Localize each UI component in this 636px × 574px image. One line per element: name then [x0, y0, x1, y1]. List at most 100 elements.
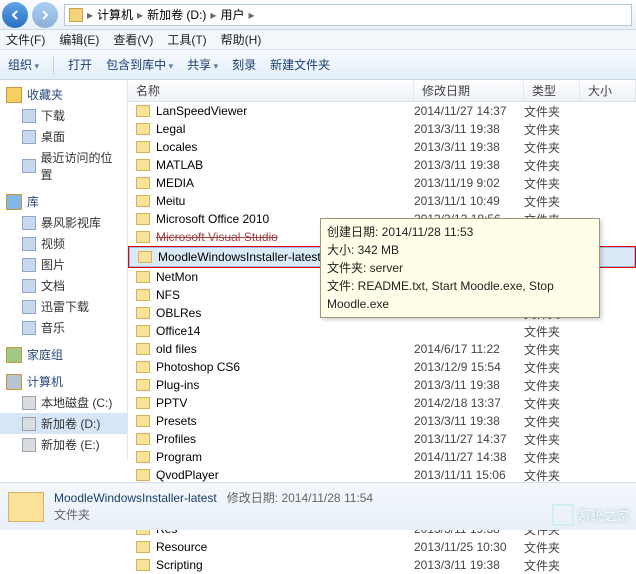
recent-icon — [22, 159, 36, 173]
sidebar-item[interactable]: 暴风影视库 — [0, 212, 127, 233]
file-row[interactable]: Plug-ins2013/3/11 19:38文件夹 — [128, 376, 636, 394]
status-date-label: 修改日期: — [227, 491, 278, 505]
folder-icon — [136, 433, 150, 445]
file-date: 2013/3/11 19:38 — [414, 414, 524, 428]
star-icon — [6, 87, 22, 103]
newfolder-button[interactable]: 新建文件夹 — [270, 56, 330, 73]
col-name[interactable]: 名称 — [128, 80, 414, 101]
file-row[interactable]: old files2014/6/17 11:22文件夹 — [128, 340, 636, 358]
file-row[interactable]: LanSpeedViewer2014/11/27 14:37文件夹 — [128, 102, 636, 120]
breadcrumb-sep: ▸ — [210, 8, 216, 22]
file-date: 2013/3/11 19:38 — [414, 378, 524, 392]
file-row[interactable]: Resource2013/11/25 10:30文件夹 — [128, 538, 636, 556]
desktop-icon — [22, 130, 36, 144]
breadcrumb-seg[interactable]: 计算机 — [97, 6, 133, 23]
file-type: 文件夹 — [524, 539, 580, 556]
file-type: 文件夹 — [524, 359, 580, 376]
file-row[interactable]: Meitu2013/11/1 10:49文件夹 — [128, 192, 636, 210]
file-row[interactable]: MEDIA2013/11/19 9:02文件夹 — [128, 174, 636, 192]
file-name: Legal — [156, 122, 414, 136]
video-icon — [22, 237, 36, 251]
file-type: 文件夹 — [524, 449, 580, 466]
content-pane: 名称 修改日期 类型 大小 LanSpeedViewer2014/11/27 1… — [128, 80, 636, 460]
menu-tools[interactable]: 工具(T) — [167, 31, 206, 48]
file-row[interactable]: Photoshop CS62013/12/9 15:54文件夹 — [128, 358, 636, 376]
folder-icon — [136, 231, 150, 243]
computer-icon — [6, 374, 22, 390]
menu-help[interactable]: 帮助(H) — [221, 31, 262, 48]
menubar: 文件(F) 编辑(E) 查看(V) 工具(T) 帮助(H) — [0, 30, 636, 50]
sidebar-item[interactable]: 图片 — [0, 254, 127, 275]
file-name: QvodPlayer — [156, 468, 414, 482]
file-type: 文件夹 — [524, 175, 580, 192]
toolbar-sep — [53, 56, 54, 74]
file-date: 2013/3/11 19:38 — [414, 558, 524, 572]
share-button[interactable]: 共享 — [187, 56, 218, 73]
sidebar-item[interactable]: 视频 — [0, 233, 127, 254]
file-row[interactable]: Office14文件夹 — [128, 322, 636, 340]
sidebar: 收藏夹 下载 桌面 最近访问的位置 库 暴风影视库 视频 图片 文档 迅雷下载 … — [0, 80, 128, 460]
file-date: 2014/2/18 13:37 — [414, 396, 524, 410]
file-name: Locales — [156, 140, 414, 154]
menu-edit[interactable]: 编辑(E) — [59, 31, 99, 48]
sidebar-item[interactable]: 桌面 — [0, 126, 127, 147]
col-size[interactable]: 大小 — [580, 80, 636, 101]
sidebar-favorites[interactable]: 收藏夹 — [0, 84, 127, 105]
sidebar-item[interactable]: 文档 — [0, 275, 127, 296]
sidebar-item-drive[interactable]: 新加卷 (E:) — [0, 434, 127, 455]
folder-icon — [136, 379, 150, 391]
sidebar-item[interactable]: 下载 — [0, 105, 127, 126]
document-icon — [22, 279, 36, 293]
folder-icon — [136, 177, 150, 189]
file-name: Plug-ins — [156, 378, 414, 392]
file-row[interactable]: Legal2013/3/11 19:38文件夹 — [128, 120, 636, 138]
folder-icon — [136, 105, 150, 117]
sidebar-item[interactable]: 迅雷下载 — [0, 296, 127, 317]
sidebar-item[interactable]: 音乐 — [0, 317, 127, 338]
tooltip-line: 文件: README.txt, Start Moodle.exe, Stop M… — [327, 277, 593, 313]
file-row[interactable]: Presets2013/3/11 19:38文件夹 — [128, 412, 636, 430]
organize-button[interactable]: 组织 — [8, 56, 39, 73]
drive-icon — [22, 417, 36, 431]
sidebar-libraries[interactable]: 库 — [0, 191, 127, 212]
sidebar-computer[interactable]: 计算机 — [0, 371, 127, 392]
file-name: Scripting — [156, 558, 414, 572]
sidebar-item[interactable]: 最近访问的位置 — [0, 147, 127, 185]
menu-view[interactable]: 查看(V) — [113, 31, 153, 48]
open-button[interactable]: 打开 — [68, 56, 92, 73]
sidebar-homegroup[interactable]: 家庭组 — [0, 344, 127, 365]
status-bar: MoodleWindowsInstaller-latest 修改日期: 2014… — [0, 482, 636, 530]
watermark-text: 系统之家 — [578, 507, 630, 524]
folder-icon — [136, 325, 150, 337]
folder-icon — [136, 361, 150, 373]
download-icon — [22, 300, 36, 314]
file-row[interactable]: Locales2013/3/11 19:38文件夹 — [128, 138, 636, 156]
burn-button[interactable]: 刻录 — [232, 56, 256, 73]
folder-icon — [136, 469, 150, 481]
sidebar-item-drive[interactable]: 新加卷 (D:) — [0, 413, 127, 434]
col-type[interactable]: 类型 — [524, 80, 580, 101]
folder-icon — [136, 541, 150, 553]
sidebar-item-drive[interactable]: 本地磁盘 (C:) — [0, 392, 127, 413]
forward-button[interactable] — [32, 2, 58, 28]
file-row[interactable]: MATLAB2013/3/11 19:38文件夹 — [128, 156, 636, 174]
col-date[interactable]: 修改日期 — [414, 80, 524, 101]
folder-icon — [136, 271, 150, 283]
file-date: 2014/6/17 11:22 — [414, 342, 524, 356]
menu-file[interactable]: 文件(F) — [6, 31, 45, 48]
file-row[interactable]: Scripting2013/3/11 19:38文件夹 — [128, 556, 636, 574]
breadcrumb-seg[interactable]: 新加卷 (D:) — [147, 6, 206, 23]
breadcrumb-seg[interactable]: 用户 — [220, 6, 244, 23]
file-row[interactable]: PPTV2014/2/18 13:37文件夹 — [128, 394, 636, 412]
file-name: MATLAB — [156, 158, 414, 172]
file-row[interactable]: Program2014/11/27 14:38文件夹 — [128, 448, 636, 466]
back-button[interactable] — [2, 2, 28, 28]
file-date: 2013/11/27 14:37 — [414, 432, 524, 446]
tooltip: 创建日期: 2014/11/28 11:53 大小: 342 MB 文件夹: s… — [320, 218, 600, 318]
address-bar[interactable]: ▸ 计算机 ▸ 新加卷 (D:) ▸ 用户 ▸ — [64, 4, 632, 26]
file-date: 2013/11/1 10:49 — [414, 194, 524, 208]
include-button[interactable]: 包含到库中 — [106, 56, 173, 73]
file-type: 文件夹 — [524, 341, 580, 358]
file-name: Program — [156, 450, 414, 464]
file-row[interactable]: Profiles2013/11/27 14:37文件夹 — [128, 430, 636, 448]
